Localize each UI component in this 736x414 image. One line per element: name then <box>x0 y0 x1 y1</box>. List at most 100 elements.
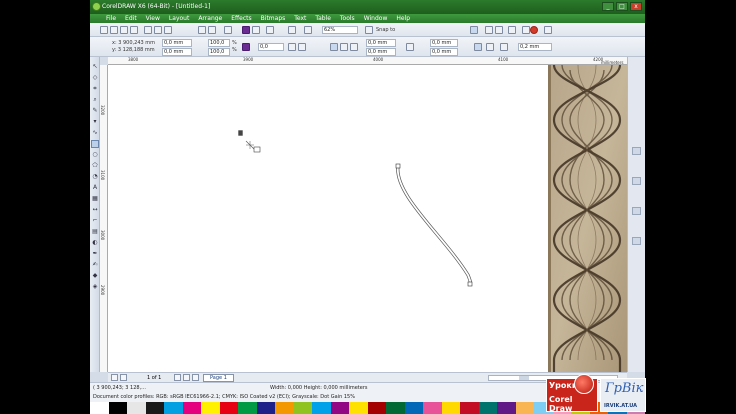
palette-swatch[interactable] <box>478 402 497 414</box>
gear-icon[interactable] <box>544 26 552 34</box>
scale-height-field[interactable]: 100,0 <box>208 48 230 56</box>
undo-icon[interactable] <box>198 26 206 34</box>
palette-swatch[interactable] <box>219 402 238 414</box>
palette-swatch[interactable] <box>293 402 312 414</box>
palette-swatch[interactable] <box>330 402 349 414</box>
width-field[interactable]: 0,0 mm <box>162 39 192 47</box>
table-tool-icon[interactable]: ▦ <box>91 195 99 203</box>
palette-swatch[interactable] <box>423 402 442 414</box>
first-page-button[interactable] <box>111 374 118 381</box>
close-button[interactable]: x <box>630 2 642 11</box>
macro-manager-icon[interactable] <box>522 26 530 34</box>
menu-bitmaps[interactable]: Bitmaps <box>261 14 286 23</box>
palette-swatch[interactable] <box>441 402 460 414</box>
offset-x-field[interactable]: 0,0 mm <box>366 39 396 47</box>
ornament-bitmap[interactable] <box>548 65 627 372</box>
blend-tool-icon[interactable]: ▤ <box>91 228 99 236</box>
curve-node[interactable] <box>395 163 401 169</box>
record-icon[interactable] <box>530 26 538 34</box>
options-icon[interactable] <box>470 26 478 34</box>
palette-swatch[interactable] <box>201 402 220 414</box>
snap-to-dropdown[interactable]: Snap to <box>376 27 395 34</box>
save-icon[interactable] <box>120 26 128 34</box>
add-page-button[interactable] <box>192 374 199 381</box>
menu-arrange[interactable]: Arrange <box>198 14 222 23</box>
palette-swatch[interactable] <box>386 402 405 414</box>
palette-swatch[interactable] <box>349 402 368 414</box>
interactive-fill-icon[interactable]: ◈ <box>91 283 99 291</box>
pick-tool-icon[interactable]: ↖ <box>91 63 99 71</box>
import-icon[interactable] <box>242 26 250 34</box>
join-nodes-icon[interactable] <box>486 43 494 51</box>
maximize-button[interactable]: □ <box>616 2 628 11</box>
export-icon[interactable] <box>252 26 260 34</box>
crop-tool-icon[interactable]: ⌗ <box>91 85 99 93</box>
palette-swatch[interactable] <box>275 402 294 414</box>
node-x-field[interactable]: 0,0 mm <box>430 39 458 47</box>
menu-tools[interactable]: Tools <box>340 14 355 23</box>
palette-swatch[interactable] <box>238 402 257 414</box>
text-tool-icon[interactable]: A <box>91 184 99 192</box>
eyedropper-tool-icon[interactable]: ✒ <box>91 250 99 258</box>
palette-swatch[interactable] <box>182 402 201 414</box>
artistic-media-icon[interactable]: ∿ <box>91 129 99 137</box>
scrollbar-thumb[interactable] <box>519 376 529 380</box>
application-launcher-icon[interactable] <box>266 26 274 34</box>
minimize-button[interactable]: _ <box>602 2 614 11</box>
horizontal-ruler[interactable]: 3800 3900 4000 4100 4200 millimeters <box>108 57 627 65</box>
new-document-icon[interactable] <box>100 26 108 34</box>
full-screen-preview-icon[interactable] <box>365 26 373 34</box>
palette-swatch[interactable] <box>497 402 516 414</box>
open-icon[interactable] <box>110 26 118 34</box>
hints-tab[interactable] <box>632 177 641 185</box>
page-tab[interactable]: Page 1 <box>203 374 234 382</box>
y-position-field[interactable]: y: 3 128,188 mm <box>112 47 155 54</box>
palette-swatch[interactable] <box>312 402 331 414</box>
selected-curve[interactable] <box>395 163 473 287</box>
vertical-ruler[interactable]: 3200 3100 3000 2900 <box>100 65 108 372</box>
smart-fill-icon[interactable]: ▾ <box>91 118 99 126</box>
curve-smooth-icon[interactable] <box>340 43 348 51</box>
color-profiles[interactable]: Document color profiles: RGB: sRGB IEC61… <box>93 394 355 400</box>
curve-node[interactable] <box>467 281 473 287</box>
mirror-vertical-icon[interactable] <box>298 43 306 51</box>
corel-connect-icon[interactable] <box>304 26 312 34</box>
palette-swatch[interactable] <box>515 402 534 414</box>
palette-swatch[interactable] <box>367 402 386 414</box>
height-field[interactable]: 0,0 mm <box>162 48 192 56</box>
menu-file[interactable]: File <box>106 14 116 23</box>
break-curve-icon[interactable] <box>474 43 482 51</box>
outline-width-select[interactable]: 0,2 mm <box>518 43 552 51</box>
node-add-icon[interactable] <box>350 43 358 51</box>
menu-table[interactable]: Table <box>315 14 331 23</box>
drawing-canvas[interactable] <box>108 65 627 372</box>
close-curve-icon[interactable] <box>500 43 508 51</box>
last-page-button[interactable] <box>183 374 190 381</box>
color-styles-tab[interactable] <box>632 237 641 245</box>
ellipse-tool-icon[interactable]: ○ <box>91 151 99 159</box>
polygon-tool-icon[interactable]: ⬠ <box>91 162 99 170</box>
previous-page-button[interactable] <box>120 374 127 381</box>
copy-icon[interactable] <box>154 26 162 34</box>
mirror-horizontal-icon[interactable] <box>288 43 296 51</box>
offset-y-field[interactable]: 0,0 mm <box>366 48 396 56</box>
node-y-field[interactable]: 0,0 mm <box>430 48 458 56</box>
node-select-icon[interactable] <box>330 43 338 51</box>
cut-icon[interactable] <box>144 26 152 34</box>
lock-ratio-icon[interactable] <box>242 43 250 51</box>
zoom-level-select[interactable]: 62% <box>322 26 358 34</box>
palette-swatch[interactable] <box>460 402 479 414</box>
object-manager-tab[interactable] <box>632 147 641 155</box>
connector-tool-icon[interactable]: ⌐ <box>91 217 99 225</box>
macro-stop-icon[interactable] <box>508 26 516 34</box>
menu-edit[interactable]: Edit <box>125 14 137 23</box>
palette-swatch[interactable] <box>108 402 127 414</box>
menu-help[interactable]: Help <box>396 14 410 23</box>
dimension-tool-icon[interactable]: ↔ <box>91 206 99 214</box>
next-page-button[interactable] <box>174 374 181 381</box>
palette-swatch[interactable] <box>256 402 275 414</box>
rectangle-tool-icon[interactable] <box>91 140 99 148</box>
palette-swatch[interactable] <box>404 402 423 414</box>
shape-tool-icon[interactable]: ◇ <box>91 74 99 82</box>
welcome-screen-icon[interactable] <box>288 26 296 34</box>
